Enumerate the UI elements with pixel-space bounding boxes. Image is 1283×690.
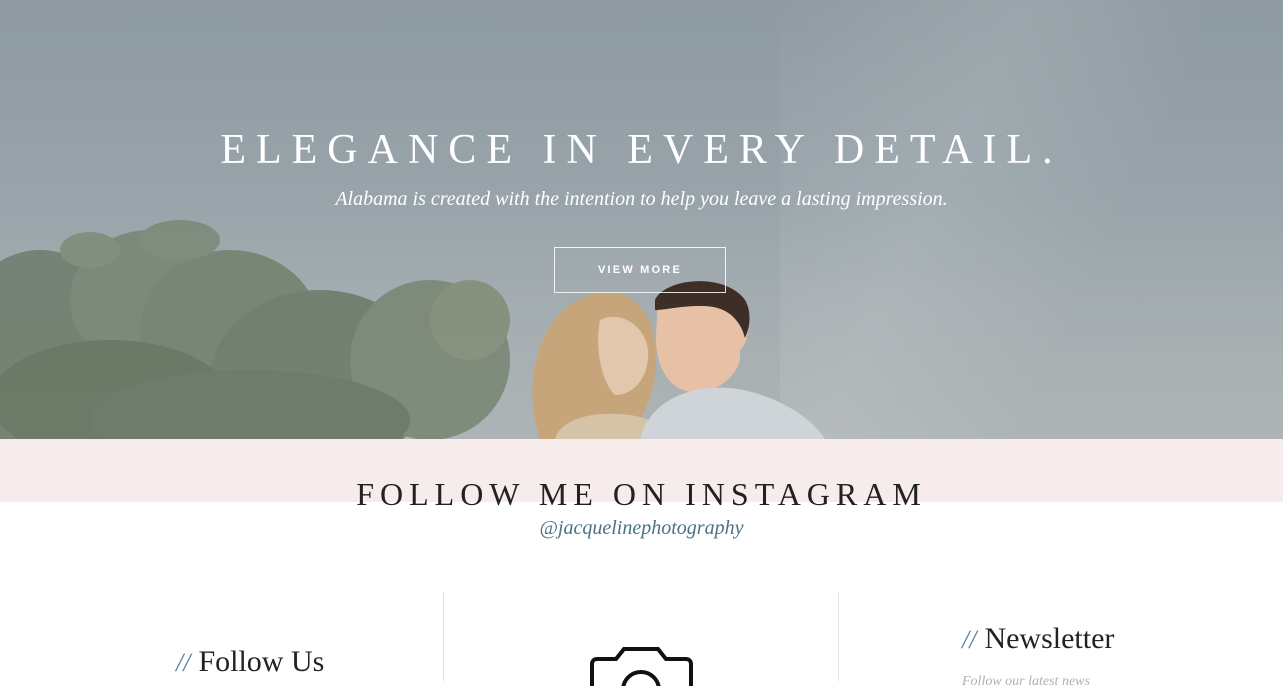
newsletter-subtext: Follow our latest news	[962, 674, 1090, 689]
heading-slashes: //	[176, 648, 191, 677]
hero-section: ELEGANCE IN EVERY DETAIL. Alabama is cre…	[0, 0, 1283, 439]
hero-man	[640, 281, 825, 439]
newsletter-heading: //Newsletter	[962, 622, 1114, 656]
instagram-title: FOLLOW ME ON INSTAGRAM	[356, 476, 927, 512]
footer-divider-right	[838, 592, 839, 681]
hero-title: ELEGANCE IN EVERY DETAIL.	[220, 127, 1063, 173]
hero-subtitle: Alabama is created with the intention to…	[335, 188, 948, 210]
camera-icon[interactable]	[590, 646, 694, 686]
hero-photo	[0, 220, 825, 439]
follow-us-label: Follow Us	[198, 645, 325, 678]
footer-divider-left	[443, 592, 444, 681]
hero-trees	[0, 220, 510, 439]
instagram-handle-link[interactable]: @jacquelinephotography	[0, 517, 1283, 540]
heading-slashes: //	[962, 625, 977, 654]
newsletter-label: Newsletter	[984, 622, 1115, 655]
follow-us-heading: //Follow Us	[176, 645, 324, 679]
view-more-button[interactable]: VIEW MORE	[554, 247, 726, 293]
